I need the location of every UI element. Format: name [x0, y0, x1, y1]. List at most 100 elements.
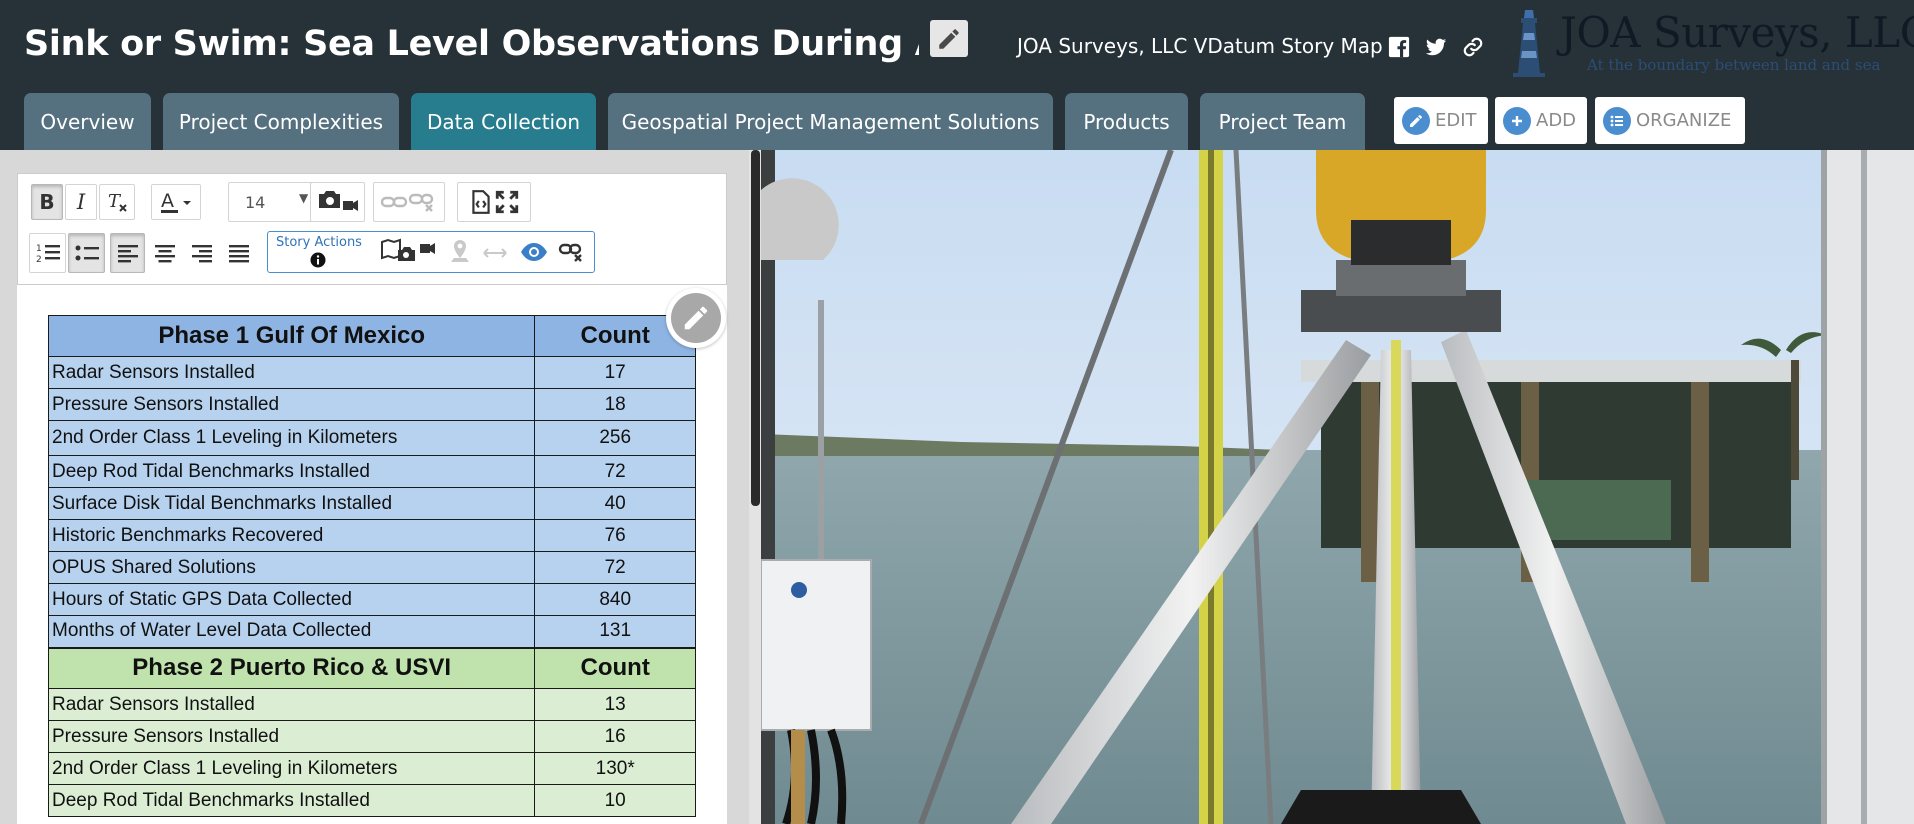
bold-icon: B	[39, 190, 55, 214]
tab-label: Geospatial Project Management Solutions	[621, 109, 1040, 134]
table-row: Pressure Sensors Installed 18	[47, 388, 696, 421]
logo-tagline: At the boundary between land and sea	[1587, 56, 1881, 74]
row-count: 72	[534, 551, 696, 584]
tab-label: Data Collection	[426, 109, 581, 134]
bold-button[interactable]: B	[31, 184, 63, 220]
clear-format-button[interactable]: T	[99, 184, 135, 220]
row-count: 16	[534, 720, 696, 753]
title-container: Sink or Swim: Sea Level Observations Dur…	[24, 18, 919, 70]
table-row: 2nd Order Class 1 Leveling in Kilometers…	[47, 420, 696, 456]
row-label: Historic Benchmarks Recovered	[47, 519, 536, 552]
row-label: Radar Sensors Installed	[47, 356, 536, 389]
info-icon[interactable]	[310, 252, 326, 268]
font-size-value: 14	[245, 193, 266, 212]
facebook-icon[interactable]	[1386, 34, 1412, 60]
row-count: 40	[534, 487, 696, 520]
svg-text:A: A	[161, 190, 174, 212]
tab-label: Project Complexities	[178, 109, 384, 134]
table-row: Radar Sensors Installed 13	[47, 688, 696, 721]
align-justify-icon	[228, 245, 249, 263]
justify-button[interactable]	[221, 233, 256, 273]
organize-button[interactable]: ORGANIZE	[1595, 97, 1745, 144]
map-media-action-icon[interactable]	[380, 238, 444, 268]
add-section-button[interactable]: ADD	[1495, 97, 1587, 144]
edit-story-button[interactable]: EDIT	[1394, 97, 1488, 144]
align-center-button[interactable]	[147, 233, 182, 273]
pencil-icon	[1402, 106, 1430, 135]
remove-link-icon[interactable]	[408, 191, 438, 213]
link-tools-group	[373, 182, 445, 222]
table-row: 2nd Order Class 1 Leveling in Kilometers…	[47, 752, 696, 785]
svg-text:1: 1	[36, 244, 42, 254]
row-label: Surface Disk Tidal Benchmarks Installed	[47, 487, 536, 520]
table-row: OPUS Shared Solutions 72	[47, 551, 696, 584]
twitter-icon[interactable]	[1423, 34, 1449, 60]
fullscreen-icon[interactable]	[494, 189, 520, 215]
align-right-icon	[191, 245, 212, 263]
insert-link-icon[interactable]	[380, 192, 408, 212]
table-row: Hours of Static GPS Data Collected 840	[47, 583, 696, 616]
tab-overview[interactable]: Overview	[24, 93, 151, 150]
table-row: Radar Sensors Installed 17	[47, 356, 696, 389]
table-row: Months of Water Level Data Collected 131	[47, 615, 696, 648]
tab-label: Project Team	[1218, 109, 1347, 134]
row-label: OPUS Shared Solutions	[47, 551, 536, 584]
logo-name: JOA Surveys, LLC	[1560, 8, 1914, 57]
table-row: Deep Rod Tidal Benchmarks Installed 10	[47, 784, 696, 817]
link-icon[interactable]	[1460, 34, 1486, 60]
data-collection-table: Phase 1 Gulf Of Mexico Count Radar Senso…	[47, 315, 696, 817]
edit-content-button[interactable]	[666, 288, 726, 348]
company-logo[interactable]: JOA Surveys, LLC At the boundary between…	[1505, 6, 1914, 80]
row-label: Radar Sensors Installed	[47, 688, 536, 721]
story-subtitle: JOA Surveys, LLC VDatum Story Map	[1017, 34, 1383, 58]
row-label: Months of Water Level Data Collected	[47, 615, 536, 648]
numbered-list-button[interactable]: 12	[29, 233, 66, 273]
tab-geospatial-project-management[interactable]: Geospatial Project Management Solutions	[608, 93, 1053, 150]
align-right-button[interactable]	[184, 233, 219, 273]
table-row: Surface Disk Tidal Benchmarks Installed 4…	[47, 487, 696, 520]
camera-video-icon	[318, 191, 358, 211]
row-count: 13	[534, 688, 696, 721]
text-color-icon: A	[161, 190, 191, 213]
add-label: ADD	[1536, 110, 1577, 131]
tab-project-team[interactable]: Project Team	[1200, 93, 1365, 150]
row-count: 76	[534, 519, 696, 552]
app-header: Sink or Swim: Sea Level Observations Dur…	[0, 0, 1914, 92]
scrollbar-thumb[interactable]	[751, 150, 760, 506]
numbered-list-icon: 12	[36, 244, 60, 265]
source-code-icon[interactable]	[468, 189, 494, 215]
main-stage-photo	[761, 150, 1914, 824]
view-tools-group	[457, 182, 531, 222]
edit-title-button[interactable]	[930, 20, 968, 57]
bullet-list-button[interactable]	[68, 233, 105, 273]
story-actions-group: Story Actions	[267, 231, 595, 273]
caret-down-icon: ▼	[299, 191, 309, 205]
resize-horizontal-icon[interactable]	[482, 246, 508, 260]
tab-label: Overview	[40, 109, 135, 134]
text-color-button[interactable]: A	[151, 184, 201, 220]
svg-text:2: 2	[36, 255, 42, 265]
row-label: 2nd Order Class 1 Leveling in Kilometers	[47, 752, 536, 785]
edit-content-circle	[671, 293, 721, 343]
tab-data-collection[interactable]: Data Collection	[411, 93, 596, 150]
align-center-icon	[154, 245, 175, 263]
unlink-action-icon[interactable]	[558, 242, 586, 264]
row-count: 131	[534, 615, 696, 648]
eye-icon[interactable]	[520, 242, 548, 262]
tripod-photo-image	[761, 150, 1914, 824]
align-left-button[interactable]	[110, 233, 145, 273]
tab-project-complexities[interactable]: Project Complexities	[163, 93, 399, 150]
row-label: Deep Rod Tidal Benchmarks Installed	[47, 455, 536, 488]
lighthouse-icon	[1513, 10, 1545, 77]
tab-products[interactable]: Products	[1065, 93, 1188, 150]
font-size-select[interactable]: 14 ▼	[228, 182, 318, 222]
map-location-icon[interactable]	[448, 238, 472, 266]
row-count: 130*	[534, 752, 696, 785]
phase2-count-header: Count	[534, 646, 696, 689]
clear-format-icon: T	[108, 191, 127, 212]
pencil-icon	[684, 306, 708, 330]
pencil-icon	[939, 28, 959, 49]
italic-button[interactable]: I	[65, 184, 97, 220]
insert-media-button[interactable]	[310, 182, 365, 222]
row-count: 256	[534, 420, 696, 456]
